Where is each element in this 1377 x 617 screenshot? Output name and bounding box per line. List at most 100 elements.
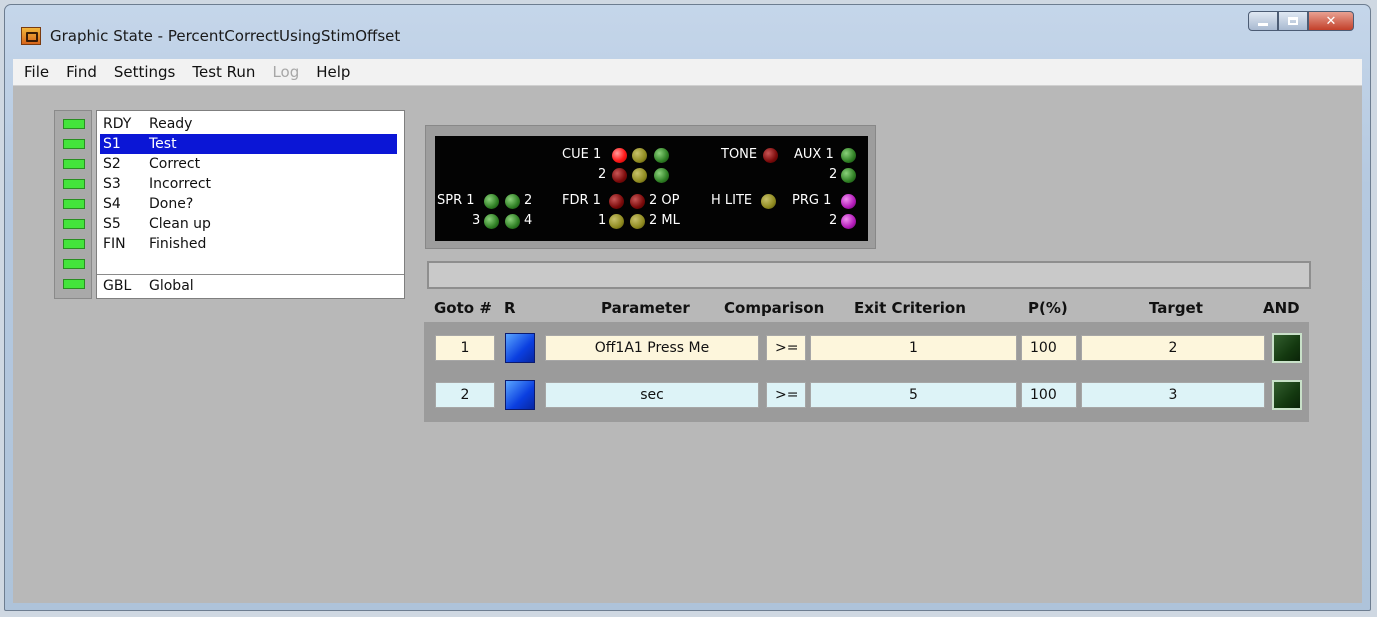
table-row: 2 sec >= 5 100 3 (431, 375, 1303, 414)
menu-find[interactable]: Find (64, 63, 99, 81)
fdr2-op-label: 2 OP (649, 193, 680, 208)
r-toggle[interactable] (505, 333, 535, 363)
spr1-label: SPR 1 (437, 193, 475, 208)
state-led-s1 (63, 139, 85, 149)
p-field[interactable]: 100 (1021, 382, 1077, 408)
list-divider (97, 274, 404, 275)
spr2-label: 2 (524, 193, 533, 208)
cue1-label: CUE 1 (562, 147, 602, 162)
fdr2-ml-lamp (630, 214, 645, 229)
indicator-panel: CUE 1 2 TONE AUX 1 2 SPR 1 2 3 4 FDR 1 2… (435, 136, 868, 241)
state-led-s4 (63, 199, 85, 209)
header-goto: Goto # (434, 299, 492, 317)
state-led-gbl (63, 279, 85, 289)
hlite-label: H LITE (711, 193, 753, 208)
spr1-lamp (484, 194, 499, 209)
parameter-field[interactable]: sec (545, 382, 759, 408)
maximize-button[interactable] (1278, 11, 1308, 31)
state-led-s2 (63, 159, 85, 169)
target-field[interactable]: 2 (1081, 335, 1265, 361)
caption-buttons: ✕ (1248, 11, 1354, 31)
fdr1-lamp (609, 194, 624, 209)
fdr2-ml-label: 2 ML (649, 213, 680, 228)
p-field[interactable]: 100 (1021, 335, 1077, 361)
list-item[interactable]: GBL Global (100, 276, 397, 296)
app-window: Graphic State - PercentCorrectUsingStimO… (4, 4, 1371, 611)
state-led-rdy (63, 119, 85, 129)
fdr1-label: FDR 1 (562, 193, 601, 208)
menu-settings[interactable]: Settings (112, 63, 178, 81)
state-led-s5 (63, 219, 85, 229)
spr4-lamp (505, 214, 520, 229)
aux1-lamp (841, 148, 856, 163)
minimize-icon (1258, 22, 1268, 26)
list-item[interactable]: S2 Correct (100, 154, 397, 174)
state-list[interactable]: RDY Ready S1 Test S2 Correct S3 Incorrect S4… (96, 110, 405, 299)
window-title: Graphic State - PercentCorrectUsingStimO… (50, 27, 401, 45)
header-exit-criterion: Exit Criterion (854, 299, 966, 317)
comparison-field[interactable]: >= (766, 335, 806, 361)
aux2-lamp (841, 168, 856, 183)
cue1-red-lamp (612, 148, 627, 163)
menu-log: Log (272, 63, 300, 81)
goto-field[interactable]: 1 (435, 335, 495, 361)
cue1-yellow-lamp (632, 148, 647, 163)
r-toggle[interactable] (505, 380, 535, 410)
list-item[interactable]: S3 Incorrect (100, 174, 397, 194)
maximize-icon (1288, 17, 1298, 25)
list-item[interactable]: FIN Finished (100, 234, 397, 254)
prg1-label: PRG 1 (792, 193, 832, 208)
title-bar[interactable]: Graphic State - PercentCorrectUsingStimO… (5, 5, 1370, 59)
table-row: 1 Off1A1 Press Me >= 1 100 2 (431, 328, 1303, 367)
client-area: RDY Ready S1 Test S2 Correct S3 Incorrect S4… (13, 86, 1362, 603)
tone-label: TONE (721, 147, 758, 162)
list-item[interactable]: S5 Clean up (100, 214, 397, 234)
list-item[interactable]: RDY Ready (100, 114, 397, 134)
comparison-field[interactable]: >= (766, 382, 806, 408)
target-field[interactable]: 3 (1081, 382, 1265, 408)
app-icon[interactable] (21, 27, 41, 45)
list-item-selected[interactable]: S1 Test (100, 134, 397, 154)
goto-field[interactable]: 2 (435, 382, 495, 408)
spr4-label: 4 (524, 213, 533, 228)
menu-help[interactable]: Help (314, 63, 352, 81)
exit-criterion-field[interactable]: 5 (810, 382, 1017, 408)
prg2-label: 2 (829, 213, 838, 228)
fdr1b-lamp (609, 214, 624, 229)
state-led-s3 (63, 179, 85, 189)
aux1-label: AUX 1 (794, 147, 834, 162)
header-p: P(%) (1028, 299, 1068, 317)
header-comparison: Comparison (724, 299, 825, 317)
exit-criterion-field[interactable]: 1 (810, 335, 1017, 361)
fdr2-op-lamp (630, 194, 645, 209)
tone-lamp (763, 148, 778, 163)
menu-file[interactable]: File (22, 63, 51, 81)
minimize-button[interactable] (1248, 11, 1278, 31)
menu-test-run[interactable]: Test Run (190, 63, 257, 81)
close-icon: ✕ (1325, 13, 1337, 29)
aux2-label: 2 (829, 167, 838, 182)
close-button[interactable]: ✕ (1308, 11, 1354, 31)
prg2-lamp (841, 214, 856, 229)
spr3-lamp (484, 214, 499, 229)
and-toggle[interactable] (1272, 380, 1302, 410)
and-toggle[interactable] (1272, 333, 1302, 363)
state-led-fin (63, 239, 85, 249)
exit-condition-grid: 1 Off1A1 Press Me >= 1 100 2 2 sec >= 5 … (424, 322, 1309, 422)
spr2-lamp (505, 194, 520, 209)
cue1-green-lamp (654, 148, 669, 163)
fdr1b-label: 1 (598, 213, 607, 228)
header-r: R (504, 299, 516, 317)
status-message-field (427, 261, 1311, 289)
cue2-label: 2 (598, 167, 607, 182)
parameter-field[interactable]: Off1A1 Press Me (545, 335, 759, 361)
cue2-red-lamp (612, 168, 627, 183)
cue2-green-lamp (654, 168, 669, 183)
cue2-yellow-lamp (632, 168, 647, 183)
header-and: AND (1263, 299, 1300, 317)
state-led-blank (63, 259, 85, 269)
menu-bar: File Find Settings Test Run Log Help (13, 59, 1362, 86)
prg1-lamp (841, 194, 856, 209)
hlite-lamp (761, 194, 776, 209)
list-item[interactable]: S4 Done? (100, 194, 397, 214)
